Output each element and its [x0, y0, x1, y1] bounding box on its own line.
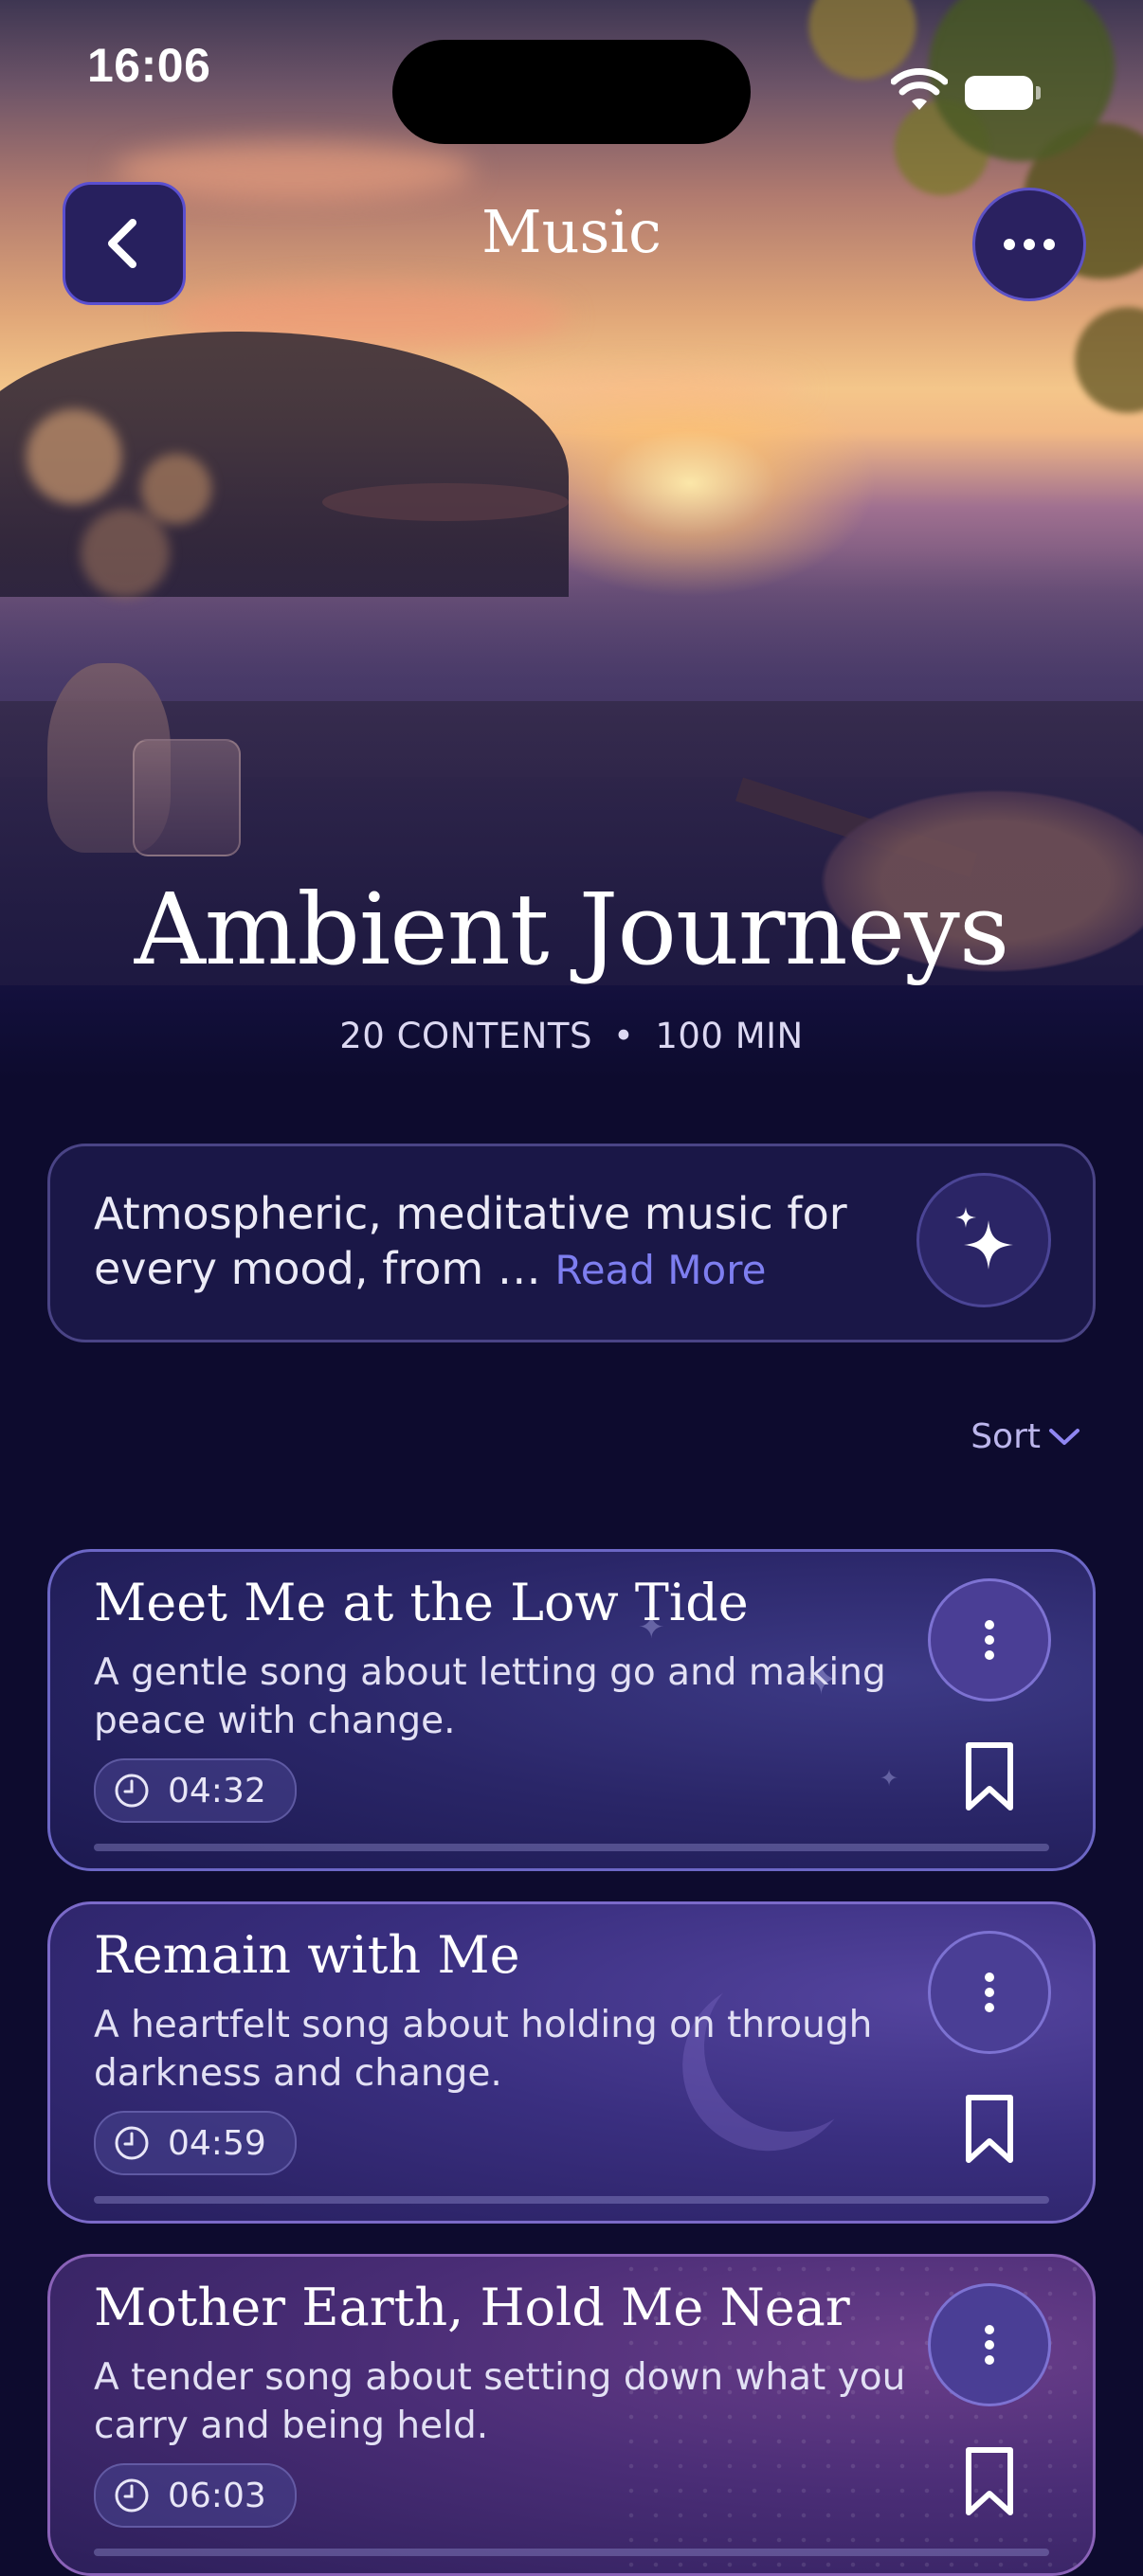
sparkles-icon	[955, 1207, 1013, 1270]
vertical-ellipsis-icon	[985, 1973, 994, 2012]
read-more-link[interactable]: Read More	[554, 1247, 766, 1293]
more-options-button[interactable]	[972, 188, 1086, 301]
total-duration: 100 MIN	[655, 1016, 804, 1056]
track-card[interactable]: Mother Earth, Hold Me Near A tender song…	[47, 2254, 1096, 2576]
track-title: Remain with Me	[94, 1925, 520, 1985]
album-title: Ambient Journeys	[134, 872, 1010, 987]
sort-button[interactable]: Sort	[971, 1417, 1080, 1456]
bookmark-icon[interactable]	[962, 2094, 1017, 2166]
track-title: Meet Me at the Low Tide	[94, 1573, 749, 1632]
track-options-button[interactable]	[928, 1578, 1051, 1702]
track-card[interactable]: ✦ ✦ ✦ Meet Me at the Low Tide A gentle s…	[47, 1549, 1096, 1871]
ai-sparkle-button[interactable]	[916, 1173, 1051, 1307]
vertical-ellipsis-icon	[985, 2325, 994, 2365]
track-description: A heartfelt song about holding on throug…	[94, 2004, 873, 2095]
duration-badge: 04:32	[94, 1758, 297, 1823]
ellipsis-icon	[1004, 239, 1055, 250]
clock-icon	[115, 1774, 149, 1808]
battery-icon	[965, 76, 1043, 114]
sort-label: Sort	[971, 1417, 1041, 1456]
track-description: A gentle song about letting go and makin…	[94, 1651, 886, 1742]
track-duration: 06:03	[168, 2476, 266, 2515]
track-card[interactable]: Remain with Me A heartfelt song about ho…	[47, 1901, 1096, 2224]
status-time: 16:06	[87, 39, 211, 92]
clock-icon	[115, 2126, 149, 2160]
track-progress-bar	[94, 2196, 1049, 2204]
track-progress-bar	[94, 2549, 1049, 2556]
dynamic-island	[392, 40, 751, 144]
album-meta: 20 CONTENTS • 100 MIN	[0, 1016, 1143, 1056]
track-duration: 04:32	[168, 1771, 266, 1810]
wifi-icon	[891, 68, 948, 110]
vertical-ellipsis-icon	[985, 1620, 994, 1660]
bookmark-icon[interactable]	[962, 1741, 1017, 1813]
clock-icon	[115, 2478, 149, 2513]
description-text: Atmospheric, meditative music for every …	[94, 1186, 909, 1298]
duration-badge: 06:03	[94, 2463, 297, 2528]
content-count: 20 CONTENTS	[339, 1016, 592, 1056]
page-title: Music	[481, 197, 662, 266]
track-options-button[interactable]	[928, 1931, 1051, 2054]
chevron-down-icon	[1049, 1428, 1080, 1445]
meta-separator: •	[613, 1016, 635, 1056]
track-description: A tender song about setting down what yo…	[94, 2356, 906, 2447]
description-card: Atmospheric, meditative music for every …	[47, 1144, 1096, 1342]
bookmark-icon[interactable]	[962, 2446, 1017, 2518]
track-duration: 04:59	[168, 2123, 266, 2163]
track-title: Mother Earth, Hold Me Near	[94, 2278, 850, 2337]
duration-badge: 04:59	[94, 2111, 297, 2175]
track-progress-bar	[94, 1844, 1049, 1851]
track-options-button[interactable]	[928, 2283, 1051, 2406]
